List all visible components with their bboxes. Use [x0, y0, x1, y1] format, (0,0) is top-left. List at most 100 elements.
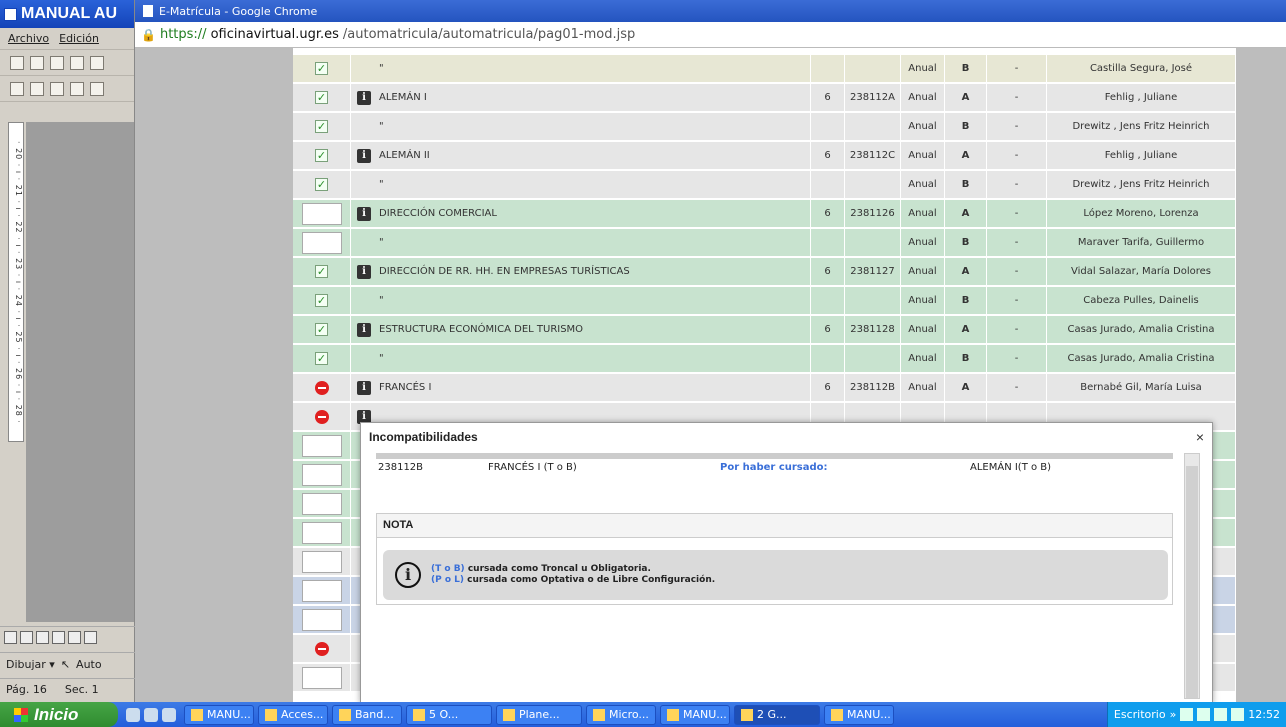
checkbox-checked[interactable]: ✓ [315, 323, 328, 336]
taskbar-button-label: Plane... [519, 708, 560, 721]
subject-name: DIRECCIÓN DE RR. HH. EN EMPRESAS TURÍSTI… [379, 266, 630, 277]
drawing-toolbar: Dibujar ▾ ↖ Auto [0, 652, 135, 676]
url-path: /automatricula/automatricula/pag01-mod.j… [342, 27, 636, 42]
taskbar-button[interactable]: MANU... [184, 704, 254, 725]
dash-cell: - [987, 113, 1047, 140]
desktop-icon[interactable] [162, 707, 176, 722]
checkbox-checked[interactable]: ✓ [315, 265, 328, 278]
style-icon[interactable] [10, 81, 24, 96]
task-buttons: MANU... Acces... Band... 5 O... Plane... Micr… [184, 704, 898, 725]
tray-icon-2[interactable] [1197, 708, 1211, 721]
word-title-bar: MANUAL AU [0, 0, 134, 28]
note-code-tob: (T o B) [431, 564, 465, 574]
credits-cell [811, 345, 845, 372]
checkbox-checked[interactable]: ✓ [315, 91, 328, 104]
checkbox-checked[interactable]: ✓ [315, 294, 328, 307]
code-cell: 2381128 [845, 316, 901, 343]
empty-select-box[interactable] [301, 550, 342, 573]
group-cell: A [945, 374, 987, 401]
professor-cell: López Moreno, Lorenza [1047, 200, 1236, 227]
reason-text: Por haber cursado: [720, 462, 828, 473]
tray-icon-1[interactable] [1180, 708, 1194, 721]
empty-select-box[interactable] [301, 608, 342, 631]
dialog-scrollbar[interactable] [1184, 453, 1200, 699]
chrome-title: E-Matrícula - Google Chrome [159, 4, 318, 18]
menu-edicion[interactable]: Edición [59, 32, 99, 45]
chrome-title-bar: E-Matrícula - Google Chrome [135, 0, 1286, 22]
pdf-icon[interactable] [70, 55, 84, 70]
professor-cell: Maraver Tarifa, Guillermo [1047, 229, 1236, 256]
info-icon[interactable]: i [357, 322, 371, 337]
empty-select-box[interactable] [301, 666, 342, 689]
ie2-icon[interactable] [144, 707, 158, 722]
taskbar-button[interactable]: Plane... [496, 704, 582, 725]
empty-select-box[interactable] [301, 231, 342, 254]
taskbar-button[interactable]: MANU... [660, 704, 730, 725]
empty-select-box[interactable] [301, 521, 342, 544]
open-folder-icon[interactable] [30, 55, 44, 70]
checkbox-checked[interactable]: ✓ [315, 149, 328, 162]
taskbar-button[interactable]: MANU... [824, 704, 894, 725]
note-panel: NOTA i (T o B) cursada como Troncal u Ob… [376, 513, 1173, 605]
taskbar-button[interactable]: Acces... [258, 704, 328, 725]
note-title: NOTA [377, 514, 1172, 538]
scrollbar-thumb[interactable] [1186, 466, 1198, 698]
info-icon[interactable]: i [357, 90, 371, 105]
draw-menu-button[interactable]: Dibujar ▾ [6, 658, 55, 671]
info-icon[interactable]: i [357, 206, 371, 221]
group-cell: B [945, 113, 987, 140]
save-icon[interactable] [50, 55, 64, 70]
tray-icon-3[interactable] [1214, 708, 1228, 721]
info-icon[interactable]: i [357, 380, 371, 395]
empty-select-box[interactable] [301, 492, 342, 515]
note-lines: (T o B) cursada como Troncal u Obligator… [431, 564, 715, 586]
address-bar[interactable]: 🔒 https://oficinavirtual.ugr.es/automatr… [135, 22, 1286, 48]
start-button[interactable]: Inicio [0, 702, 118, 727]
tray-icon-4[interactable] [1231, 708, 1245, 721]
group-cell: B [945, 345, 987, 372]
group-cell: B [945, 171, 987, 198]
desktop-toolbar[interactable]: Escritorio [1114, 708, 1166, 721]
taskbar-button[interactable]: 5 O... [406, 704, 492, 725]
new-document-icon[interactable] [10, 55, 24, 70]
empty-select-box[interactable] [301, 202, 342, 225]
taskbar-button[interactable]: 2 G... [734, 704, 820, 725]
table-row: i FRANCÉS I 6 238112B Anual A - Bernabé Gil, Ma… [293, 374, 1236, 402]
taskbar-button[interactable]: Micro... [586, 704, 656, 725]
professor-cell: Drewitz , Jens Fritz Heinrich [1047, 113, 1236, 140]
empty-select-box[interactable] [301, 434, 342, 457]
normal-view-icon[interactable] [4, 631, 17, 644]
table-row: i DIRECCIÓN COMERCIAL 6 2381126 Anual A - López… [293, 200, 1236, 228]
info-icon[interactable]: i [357, 264, 371, 279]
page-icon[interactable] [70, 81, 84, 96]
subject-name: FRANCÉS I (T o B) [488, 462, 577, 473]
ie-icon[interactable] [126, 707, 140, 722]
outline-view-icon[interactable] [52, 631, 65, 644]
autoshapes-button[interactable]: Auto [76, 658, 102, 671]
checkbox-checked[interactable]: ✓ [315, 178, 328, 191]
empty-select-box[interactable] [301, 463, 342, 486]
select-cell [293, 200, 351, 227]
info-icon[interactable]: i [357, 148, 371, 163]
cursor-icon[interactable]: ↖ [61, 658, 70, 671]
table-icon[interactable] [30, 81, 44, 96]
group-cell: A [945, 142, 987, 169]
print-icon[interactable] [90, 55, 104, 70]
close-icon[interactable]: × [1196, 429, 1204, 445]
print-view-icon[interactable] [36, 631, 49, 644]
taskbar-button[interactable]: Band... [332, 704, 402, 725]
professor-cell: Casas Jurado, Amalia Cristina [1047, 345, 1236, 372]
chevron-right-icon[interactable]: » [1170, 708, 1177, 721]
checkbox-checked[interactable]: ✓ [315, 352, 328, 365]
table-row: ✓ " Anual B - Casas Jurado, Amalia Cristina [293, 345, 1236, 373]
menu-archivo[interactable]: Archivo [8, 32, 49, 45]
edit-icon[interactable] [50, 81, 64, 96]
web-view-icon[interactable] [20, 631, 33, 644]
checkbox-checked[interactable]: ✓ [315, 120, 328, 133]
reading-view-icon[interactable] [68, 631, 81, 644]
empty-select-box[interactable] [301, 579, 342, 602]
checkbox-checked[interactable]: ✓ [315, 62, 328, 75]
page2-icon[interactable] [90, 81, 104, 96]
scroll-left-icon[interactable] [84, 631, 97, 644]
select-cell [293, 490, 351, 517]
